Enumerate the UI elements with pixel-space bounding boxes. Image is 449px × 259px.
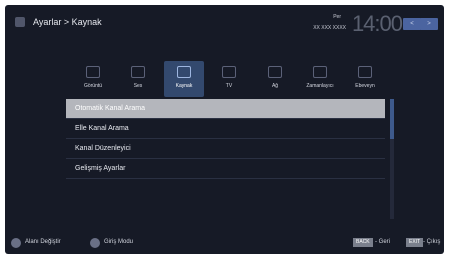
- menu-item-elle-kanal-arama[interactable]: Elle Kanal Arama: [66, 119, 385, 139]
- tab-goruntu[interactable]: Görüntü: [73, 61, 113, 97]
- tab-ses[interactable]: Ses: [118, 61, 158, 97]
- tab-label: Ebeveyn: [355, 83, 375, 89]
- tab-zamanlayici[interactable]: Zamanlayıcı: [300, 61, 340, 97]
- breadcrumb: Ayarlar > Kaynak: [33, 17, 102, 27]
- clock: 14:00: [351, 11, 403, 36]
- menu-item-gelismis-ayarlar[interactable]: Gelişmiş Ayarlar: [66, 159, 385, 179]
- scrollbar[interactable]: [390, 99, 394, 219]
- tab-label: TV: [225, 83, 233, 89]
- picture-icon: [86, 66, 100, 78]
- scroll-thumb[interactable]: [390, 99, 394, 139]
- dpad-icon: [11, 238, 21, 248]
- menu-item-kanal-duzenleyici[interactable]: Kanal Düzenleyici: [66, 139, 385, 159]
- parental-icon: [358, 66, 372, 78]
- ok-icon: [90, 238, 100, 248]
- mode-hint: Giriş Modu: [104, 239, 134, 245]
- speaker-icon: [131, 66, 145, 78]
- back-hint: - Geri: [375, 239, 390, 245]
- exit-hint: - Çıkış: [423, 239, 441, 245]
- tab-ag[interactable]: Ağ: [255, 61, 295, 97]
- tab-kaynak[interactable]: Kaynak: [164, 61, 204, 97]
- nav-hint: Alanı Değiştir: [25, 239, 61, 245]
- menu-item-otomatik-kanal-arama[interactable]: Otomatik Kanal Arama: [66, 99, 385, 119]
- prev-button[interactable]: <: [403, 18, 421, 30]
- tab-label: Zamanlayıcı: [306, 83, 334, 89]
- network-icon: [268, 66, 282, 78]
- menu-icon: [15, 17, 25, 27]
- tab-ebeveyn[interactable]: Ebeveyn: [345, 61, 385, 97]
- next-button[interactable]: >: [420, 18, 438, 30]
- tab-label: Görüntü: [83, 83, 103, 89]
- tv-icon: [222, 66, 236, 78]
- antenna-icon: [177, 66, 191, 78]
- timer-icon: [313, 66, 327, 78]
- back-key-icon: BACK: [353, 238, 373, 247]
- tv-screen: Ayarlar > Kaynak Per XX XXX XXXX 14:00 <…: [5, 5, 444, 254]
- date-label: XX XXX XXXX: [313, 25, 346, 31]
- exit-key-icon: EXIT: [406, 238, 424, 247]
- day-label: Per: [333, 14, 341, 20]
- footer: Alanı Değiştir Giriş Modu BACK - Geri EX…: [5, 233, 444, 254]
- tab-tv[interactable]: TV: [209, 61, 249, 97]
- tab-label: Ağ: [271, 83, 279, 89]
- tab-label: Ses: [133, 83, 143, 89]
- header: Ayarlar > Kaynak Per XX XXX XXXX 14:00 <…: [5, 5, 444, 43]
- menu-list: Otomatik Kanal Arama Elle Kanal Arama Ka…: [66, 99, 385, 179]
- tab-label: Kaynak: [175, 83, 193, 89]
- category-bar: Görüntü Ses Kaynak TV Ağ Zamanlayıcı Ebe…: [73, 61, 384, 97]
